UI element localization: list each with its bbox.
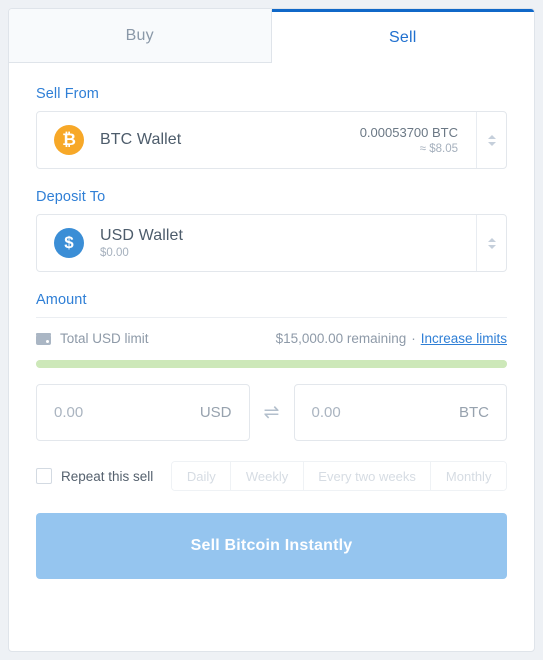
limit-progress-fill [36, 360, 507, 368]
tab-sell-label: Sell [389, 28, 417, 46]
sell-from-stepper[interactable] [476, 112, 506, 168]
frequency-option-every-two-weeks[interactable]: Every two weeks [303, 462, 432, 490]
deposit-to-wallet-text: USD Wallet $0.00 [100, 227, 476, 259]
wallet-icon [36, 332, 51, 345]
sell-form: Sell From ₿ BTC Wallet 0.00053700 BTC ≈ … [9, 63, 534, 651]
tab-sell[interactable]: Sell [271, 9, 534, 63]
limit-divider [36, 317, 507, 318]
tab-bar: Buy Sell [9, 9, 534, 63]
chevron-up-icon[interactable] [487, 134, 496, 139]
deposit-to-label: Deposit To [36, 189, 106, 205]
swap-glyph: ⇌ [263, 402, 280, 423]
crypto-unit-label: BTC [459, 404, 489, 421]
chevron-down-icon[interactable] [487, 141, 496, 146]
limit-row: Total USD limit $15,000.00 remaining · I… [36, 324, 507, 353]
crypto-amount-input[interactable] [311, 404, 451, 421]
limit-label: Total USD limit [60, 331, 149, 346]
increase-limits-link[interactable]: Increase limits [421, 331, 507, 346]
deposit-to-wallet-name: USD Wallet [100, 227, 184, 244]
chevron-up-icon[interactable] [487, 237, 496, 242]
deposit-to-wallet-select[interactable]: $ USD Wallet $0.00 [36, 214, 507, 272]
repeat-row: Repeat this sell Daily Weekly Every two … [36, 461, 507, 491]
crypto-amount-box[interactable]: BTC [293, 384, 507, 441]
sell-from-wallet-select[interactable]: ₿ BTC Wallet 0.00053700 BTC ≈ $8.05 [36, 111, 507, 169]
deposit-to-stepper[interactable] [476, 215, 506, 271]
dollar-icon: $ [54, 228, 84, 258]
sell-from-label: Sell From [36, 86, 99, 102]
sell-from-wallet-text: BTC Wallet [100, 131, 360, 149]
frequency-segmented-control: Daily Weekly Every two weeks Monthly [171, 461, 507, 491]
limit-separator: · [411, 331, 416, 346]
frequency-option-weekly[interactable]: Weekly [231, 462, 304, 490]
fiat-unit-label: USD [199, 404, 232, 421]
swap-icon[interactable]: ⇌ [250, 403, 294, 422]
fiat-amount-input[interactable] [54, 404, 192, 421]
repeat-checkbox[interactable] [36, 468, 52, 484]
frequency-option-monthly[interactable]: Monthly [431, 462, 506, 490]
sell-from-wallet-balance: 0.00053700 BTC ≈ $8.05 [360, 125, 476, 155]
tab-buy[interactable]: Buy [9, 9, 272, 63]
limit-remaining: $15,000.00 remaining [275, 331, 407, 346]
chevron-down-icon[interactable] [487, 244, 496, 249]
amount-inputs: USD ⇌ BTC [36, 384, 507, 441]
limit-progress-bar [36, 360, 507, 368]
sell-from-wallet-name: BTC Wallet [100, 131, 182, 148]
amount-label: Amount [36, 292, 87, 308]
fiat-amount-box[interactable]: USD [36, 384, 250, 441]
sell-bitcoin-instantly-button[interactable]: Sell Bitcoin Instantly [36, 513, 507, 579]
tab-buy-label: Buy [125, 27, 154, 44]
repeat-label: Repeat this sell [61, 468, 154, 484]
frequency-option-daily[interactable]: Daily [172, 462, 232, 490]
sell-from-amount: 0.00053700 BTC [359, 125, 458, 140]
sell-widget: Buy Sell Sell From ₿ BTC Wallet 0.000537… [8, 8, 535, 652]
deposit-to-balance: $0.00 [100, 247, 129, 259]
bitcoin-icon: ₿ [54, 125, 84, 155]
sell-from-fiat: ≈ $8.05 [419, 143, 458, 155]
